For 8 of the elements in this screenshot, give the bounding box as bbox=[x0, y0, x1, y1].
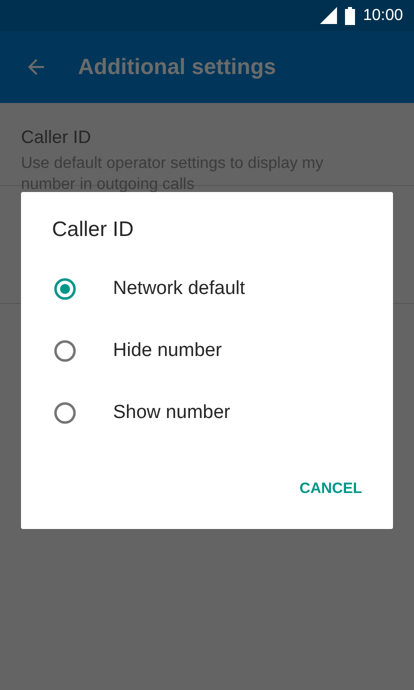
option-label[interactable]: Hide number bbox=[113, 340, 222, 362]
dialog-title: Caller ID bbox=[52, 218, 134, 242]
screen-title: Additional settings bbox=[78, 54, 276, 80]
setting-title: Caller ID bbox=[21, 127, 92, 148]
option-label[interactable]: Network default bbox=[113, 278, 246, 300]
cancel-button[interactable]: CANCEL bbox=[294, 472, 367, 505]
clock-time: 10:00 bbox=[362, 6, 403, 24]
option-label[interactable]: Show number bbox=[113, 402, 230, 424]
